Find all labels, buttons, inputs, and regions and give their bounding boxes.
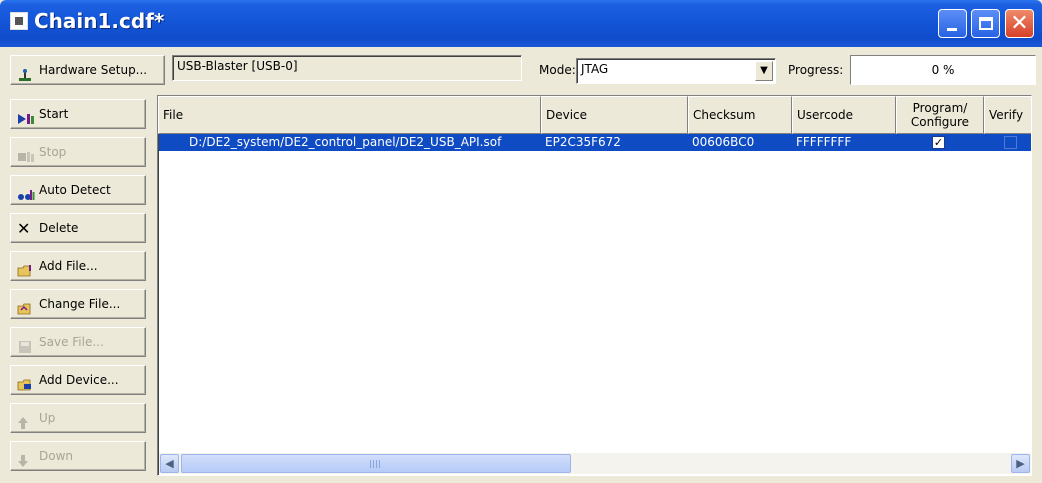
change-file-label: Change File... xyxy=(39,297,121,311)
table-row[interactable]: D:/DE2_system/DE2_control_panel/DE2_USB_… xyxy=(159,134,1031,151)
change-file-button[interactable]: Change File... xyxy=(10,289,146,319)
auto-detect-label: Auto Detect xyxy=(39,183,111,197)
row-usercode: FFFFFFFF xyxy=(796,135,852,149)
column-header-program-configure[interactable]: Program/ Configure xyxy=(896,96,984,134)
row-file: D:/DE2_system/DE2_control_panel/DE2_USB_… xyxy=(189,135,502,149)
maximize-button[interactable] xyxy=(971,9,1000,38)
down-button[interactable]: Down xyxy=(10,441,146,471)
window-title: Chain1.cdf* xyxy=(34,9,165,33)
title-bar[interactable]: Chain1.cdf* ✕ xyxy=(0,0,1042,47)
delete-icon: ✕ xyxy=(17,218,31,238)
add-file-button[interactable]: Add File... xyxy=(10,251,146,281)
maximize-icon xyxy=(979,17,993,30)
scrollbar-thumb[interactable] xyxy=(181,454,571,473)
column-header-verify[interactable]: Verify xyxy=(984,96,1031,134)
minimize-icon xyxy=(947,28,957,31)
mode-select[interactable]: JTAG ▼ xyxy=(576,58,776,84)
hardware-setup-button[interactable]: Hardware Setup... xyxy=(10,55,165,85)
hardware-setup-label: Hardware Setup... xyxy=(39,63,148,77)
mode-label: Mode: xyxy=(539,63,576,77)
progress-label: Progress: xyxy=(788,63,844,77)
auto-detect-icon xyxy=(17,184,35,200)
delete-button[interactable]: ✕ Delete xyxy=(10,213,146,243)
up-label: Up xyxy=(39,411,56,425)
add-device-button[interactable]: Add Device... xyxy=(10,365,146,395)
table-header: File Device Checksum Usercode Program/ C… xyxy=(158,96,1031,134)
app-icon xyxy=(10,12,28,30)
add-device-icon xyxy=(17,374,35,390)
add-file-label: Add File... xyxy=(39,259,98,273)
device-chain-table: File Device Checksum Usercode Program/ C… xyxy=(157,95,1032,476)
stop-icon xyxy=(17,146,35,162)
minimize-button[interactable] xyxy=(938,9,967,38)
stop-label: Stop xyxy=(39,145,67,159)
add-file-icon xyxy=(17,260,35,276)
hardware-setup-icon xyxy=(17,64,35,81)
column-header-file[interactable]: File xyxy=(158,96,541,134)
column-header-device[interactable]: Device xyxy=(541,96,688,134)
verify-checkbox[interactable] xyxy=(1004,136,1017,149)
down-label: Down xyxy=(39,449,74,463)
close-button[interactable]: ✕ xyxy=(1005,9,1034,38)
save-file-label: Save File... xyxy=(39,335,104,349)
save-file-button[interactable]: Save File... xyxy=(10,327,146,357)
up-icon xyxy=(17,412,35,429)
start-button[interactable]: Start xyxy=(10,99,146,129)
column-header-usercode[interactable]: Usercode xyxy=(792,96,896,134)
start-icon xyxy=(17,108,35,124)
row-device: EP2C35F672 xyxy=(545,135,621,149)
delete-label: Delete xyxy=(39,221,79,235)
save-file-icon xyxy=(17,336,35,353)
mode-value: JTAG xyxy=(581,62,609,76)
scroll-right-icon[interactable]: ▶ xyxy=(1011,454,1030,473)
program-configure-checkbox[interactable]: ✓ xyxy=(932,136,945,149)
horizontal-scrollbar[interactable]: ◀ ▶ xyxy=(159,453,1031,474)
grip-icon xyxy=(370,460,382,468)
scroll-left-icon[interactable]: ◀ xyxy=(160,454,179,473)
auto-detect-button[interactable]: Auto Detect xyxy=(10,175,146,205)
change-file-icon xyxy=(17,298,35,314)
chevron-down-icon[interactable]: ▼ xyxy=(755,61,773,81)
progress-bar: 0 % xyxy=(850,55,1036,85)
programmer-window: Chain1.cdf* ✕ Hardware Setup... USB-Blas… xyxy=(0,0,1042,483)
start-label: Start xyxy=(39,107,69,121)
row-checksum: 00606BC0 xyxy=(692,135,755,149)
close-icon: ✕ xyxy=(1010,11,1029,36)
stop-button[interactable]: Stop xyxy=(10,137,146,167)
add-device-label: Add Device... xyxy=(39,373,119,387)
up-button[interactable]: Up xyxy=(10,403,146,433)
down-icon xyxy=(17,450,35,467)
hardware-field: USB-Blaster [USB-0] xyxy=(172,55,522,81)
column-header-checksum[interactable]: Checksum xyxy=(688,96,792,134)
